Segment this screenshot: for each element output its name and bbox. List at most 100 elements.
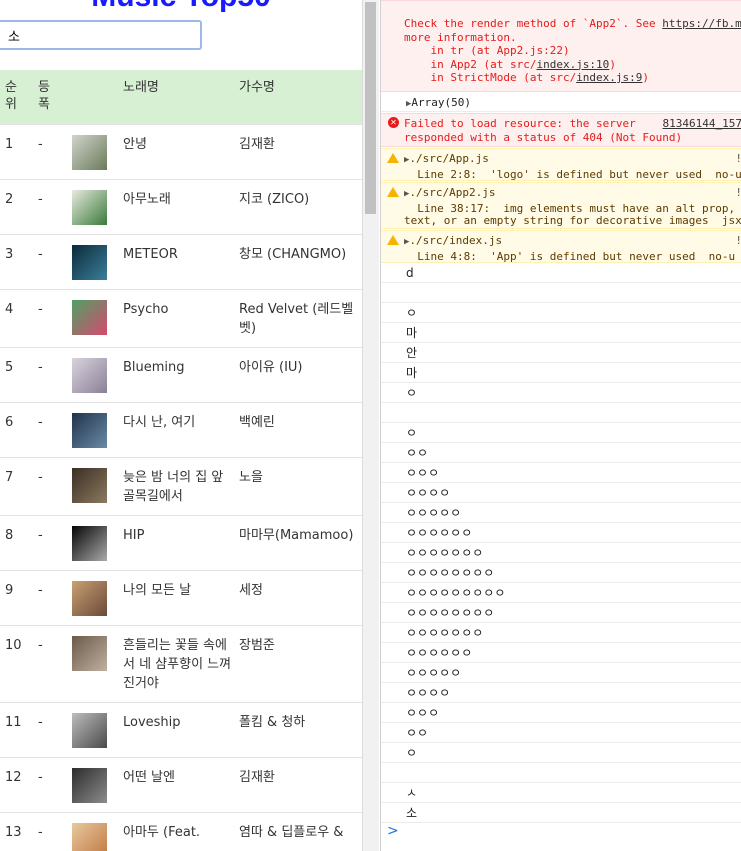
- table-row: 10- 흔들리는 꽃들 속에서 네 샴푸향이 느껴진거야 장범준: [0, 625, 362, 703]
- artist-cell: 지코 (ZICO): [239, 179, 362, 235]
- artist-cell: 김재환: [239, 757, 362, 813]
- table-row: 4- Psycho Red Velvet (레드벨벳): [0, 289, 362, 348]
- console-log-line: 마: [381, 363, 741, 383]
- console-log-line: 마: [381, 323, 741, 343]
- change-cell: -: [38, 234, 72, 290]
- artist-cell: 김재환: [239, 124, 362, 180]
- log-text: ㅇㅇㅇㅇㅇㅇㅇ: [406, 626, 484, 640]
- album-art-cell: [72, 515, 123, 571]
- app-scrollbar-thumb[interactable]: [365, 2, 376, 214]
- music-chart-table: 순위 등폭 노래명 가수명 1- 안녕 김재환 2- 아무노래 지코 (ZICO) 3- ME…: [0, 70, 362, 851]
- resource-link[interactable]: 81346144_157: [663, 117, 741, 131]
- album-art-image: [72, 245, 107, 280]
- console-log-line: ㅇㅇ: [381, 723, 741, 743]
- stack-line: in tr (at App2.js:22): [404, 44, 570, 57]
- song-title-cell: Blueming: [123, 347, 239, 403]
- song-title-cell: 어떤 날엔: [123, 757, 239, 813]
- column-header-song: 노래명: [123, 70, 239, 125]
- log-text: ㅇㅇㅇ: [406, 466, 440, 480]
- console-error-404: ✕ Failed to load resource: the server re…: [381, 113, 741, 147]
- array-label: Array(50): [411, 96, 472, 109]
- artist-cell: 창모 (CHANGMO): [239, 234, 362, 290]
- change-cell: -: [38, 124, 72, 180]
- source-link[interactable]: index.js:10: [536, 58, 609, 71]
- log-text: ㅇㅇ: [406, 446, 429, 460]
- console-warning-index: ▶./src/index.js Line 4:8: 'App' is defin…: [381, 230, 741, 263]
- song-title-cell: 흔들리는 꽃들 속에서 네 샴푸향이 느껴진거야: [123, 625, 239, 703]
- log-text: ㅅ: [406, 786, 418, 800]
- console-log-line: ㅇㅇㅇㅇㅇㅇㅇ: [381, 623, 741, 643]
- log-text: ㅇㅇㅇㅇㅇㅇ: [406, 526, 473, 540]
- column-header-rank-text: 순위: [5, 80, 17, 112]
- album-art-image: [72, 823, 107, 851]
- log-text: ㅇㅇㅇㅇㅇㅇ: [406, 646, 473, 660]
- album-art-cell: [72, 812, 123, 851]
- song-title-cell: 아무노래: [123, 179, 239, 235]
- change-cell: -: [38, 625, 72, 703]
- console-log-line: ㅇㅇㅇㅇㅇㅇㅇㅇㅇ: [381, 583, 741, 603]
- rank-cell: 3: [0, 234, 38, 290]
- log-text: ㅇ: [406, 426, 418, 440]
- album-art-image: [72, 713, 107, 748]
- log-text: ㅇㅇㅇㅇ: [406, 486, 451, 500]
- song-title-cell: Loveship: [123, 702, 239, 758]
- devtools-console: Check the render method of `App2`. See h…: [380, 0, 741, 851]
- stack-line: in App2 (at src/: [404, 57, 537, 71]
- change-cell: -: [38, 812, 72, 851]
- music-app: Music Top50 순위 등폭 노래명 가수명 1-안녕김재환2-아무노래지…: [0, 0, 362, 851]
- artist-cell: 백예린: [239, 402, 362, 458]
- change-cell: -: [38, 515, 72, 571]
- warning-icon: [387, 187, 399, 197]
- log-text: ㅇㅇㅇㅇㅇ: [406, 506, 462, 520]
- app-scrollbar[interactable]: [362, 0, 379, 851]
- error-text: more information.: [404, 30, 517, 44]
- artist-cell: 마마무(Mamamoo): [239, 515, 362, 571]
- console-log-line: ㅇㅇㅇㅇㅇㅇ: [381, 643, 741, 663]
- console-log-line: ㅅ: [381, 783, 741, 803]
- search-input[interactable]: [0, 20, 202, 50]
- console-log-line: 안: [381, 343, 741, 363]
- console-log-line: ㅇ: [381, 303, 741, 323]
- artist-cell: 세정: [239, 570, 362, 626]
- log-text: 마: [406, 326, 418, 340]
- song-title-cell: 나의 모든 날: [123, 570, 239, 626]
- column-header-change-text: 등폭: [38, 80, 50, 112]
- console-log-array[interactable]: ▶Array(50): [381, 92, 741, 112]
- log-text: d: [406, 266, 414, 280]
- album-art-image: [72, 190, 107, 225]
- table-row: 2- 아무노래 지코 (ZICO): [0, 179, 362, 235]
- console-prompt[interactable]: >: [387, 823, 399, 839]
- artist-cell: 장범준: [239, 625, 362, 703]
- artist-cell: Red Velvet (레드벨벳): [239, 289, 362, 348]
- console-error-message: Check the render method of `App2`. See h…: [381, 0, 741, 92]
- column-header-rank: 순위: [0, 70, 38, 125]
- column-header-change: 등폭: [38, 70, 72, 125]
- album-art-cell: [72, 757, 123, 813]
- log-text: ㅇㅇㅇㅇㅇㅇㅇ: [406, 546, 484, 560]
- change-cell: -: [38, 402, 72, 458]
- log-text: 안: [406, 346, 418, 360]
- song-title-cell: METEOR: [123, 234, 239, 290]
- console-log-line: ㅇ: [381, 743, 741, 763]
- rank-cell: 2: [0, 179, 38, 235]
- rank-cell: 9: [0, 570, 38, 626]
- source-link[interactable]: index.js:9: [576, 71, 642, 84]
- album-art-image: [72, 581, 107, 616]
- log-text: ㅇㅇㅇㅇㅇㅇㅇㅇㅇ: [406, 586, 506, 600]
- rank-cell: 11: [0, 702, 38, 758]
- console-log-line: ㅇㅇ: [381, 443, 741, 463]
- change-cell: -: [38, 570, 72, 626]
- change-cell: -: [38, 179, 72, 235]
- album-art-cell: [72, 457, 123, 516]
- console-log-line: d: [381, 263, 741, 283]
- log-text: ㅇ: [406, 306, 418, 320]
- song-title-cell: 안녕: [123, 124, 239, 180]
- error-text: Check the render method of `App2`. See: [404, 17, 663, 30]
- fb-link[interactable]: https://fb.me: [662, 17, 741, 30]
- song-title-cell: 아마두 (Feat.: [123, 812, 239, 851]
- table-header-row: 순위 등폭 노래명 가수명: [0, 70, 362, 125]
- album-art-cell: [72, 570, 123, 626]
- table-row: 5- Blueming 아이유 (IU): [0, 347, 362, 403]
- album-art-image: [72, 526, 107, 561]
- console-log-line: ㅇㅇㅇㅇㅇㅇㅇㅇ: [381, 563, 741, 583]
